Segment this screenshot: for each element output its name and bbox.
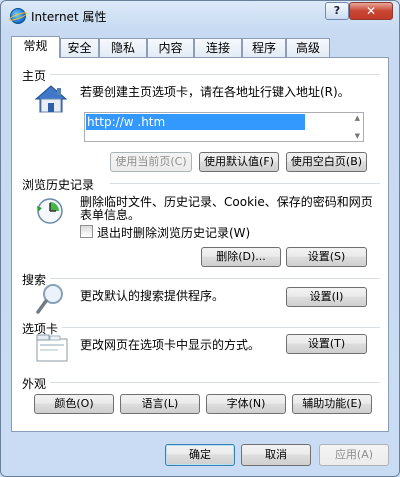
home-icon xyxy=(34,85,68,113)
home-section-divider xyxy=(50,74,380,75)
use-current-button[interactable]: 使用当前页(C) xyxy=(110,152,192,172)
appearance-section-divider xyxy=(50,382,380,383)
scroll-up-icon[interactable]: ▲ xyxy=(355,114,360,122)
use-blank-button[interactable]: 使用空白页(B) xyxy=(286,152,367,172)
tab-content[interactable]: 内容 xyxy=(147,38,194,57)
tab-general[interactable]: 常规 xyxy=(11,36,60,58)
cancel-button[interactable]: 取消 xyxy=(241,444,311,466)
home-section-label: 主页 xyxy=(22,69,47,83)
colors-button[interactable]: 颜色(O) xyxy=(34,394,114,414)
search-description: 更改默认的搜索提供程序。 xyxy=(80,289,225,303)
languages-button[interactable]: 语言(L) xyxy=(120,394,200,414)
apply-button[interactable]: 应用(A) xyxy=(319,444,389,466)
home-page-address-box[interactable]: http://w .htm ▲ ▼ xyxy=(84,112,364,142)
scroll-down-icon[interactable]: ▼ xyxy=(355,132,360,140)
search-section-divider xyxy=(50,278,380,279)
tabs-icon xyxy=(36,334,68,362)
title-bar: Internet 属性 ? ✕ xyxy=(1,1,399,31)
accessibility-button[interactable]: 辅助功能(E) xyxy=(292,394,372,414)
delete-history-button[interactable]: 删除(D)... xyxy=(201,247,281,267)
tab-programs[interactable]: 程序 xyxy=(242,38,286,57)
tabs-section-divider xyxy=(62,327,380,328)
appearance-section-label: 外观 xyxy=(22,377,47,391)
tab-advanced[interactable]: 高级 xyxy=(286,38,330,57)
history-settings-button[interactable]: 设置(S) xyxy=(286,247,367,267)
tab-connections[interactable]: 连接 xyxy=(194,38,242,57)
history-clock-icon xyxy=(37,198,63,224)
ok-button[interactable]: 确定 xyxy=(165,444,235,466)
delete-on-exit-label: 退出时删除浏览历史记录(W) xyxy=(97,226,251,240)
magnifier-icon xyxy=(36,284,63,314)
tabs-description: 更改网页在选项卡中显示的方式。 xyxy=(80,338,261,352)
help-button[interactable]: ? xyxy=(325,2,349,20)
delete-on-exit-checkbox[interactable] xyxy=(80,225,93,238)
home-page-url: http://w .htm xyxy=(86,114,305,130)
tab-security[interactable]: 安全 xyxy=(60,38,99,57)
fonts-button[interactable]: 字体(N) xyxy=(206,394,286,414)
home-description: 若要创建主页选项卡，请在各地址行键入地址(R)。 xyxy=(80,85,350,99)
properties-dialog: Internet 属性 ? ✕ 常规 安全 隐私 内容 连接 程序 高级 主页 … xyxy=(0,0,400,477)
tabs-settings-button[interactable]: 设置(T) xyxy=(286,334,367,354)
search-settings-button[interactable]: 设置(I) xyxy=(286,287,367,307)
window-title: Internet 属性 xyxy=(31,10,107,24)
history-description-line2: 表单信息。 xyxy=(80,208,141,222)
history-section-label: 浏览历史记录 xyxy=(22,178,95,192)
general-tab-panel: 主页 若要创建主页选项卡，请在各地址行键入地址(R)。 http://w .ht… xyxy=(11,57,389,432)
history-section-divider xyxy=(110,183,380,184)
history-description-line1: 删除临时文件、历史记录、Cookie、保存的密码和网页 xyxy=(80,195,373,209)
close-button[interactable]: ✕ xyxy=(349,2,393,20)
internet-explorer-icon xyxy=(10,8,26,24)
tab-privacy[interactable]: 隐私 xyxy=(99,38,147,57)
use-default-button[interactable]: 使用默认值(F) xyxy=(199,152,279,172)
